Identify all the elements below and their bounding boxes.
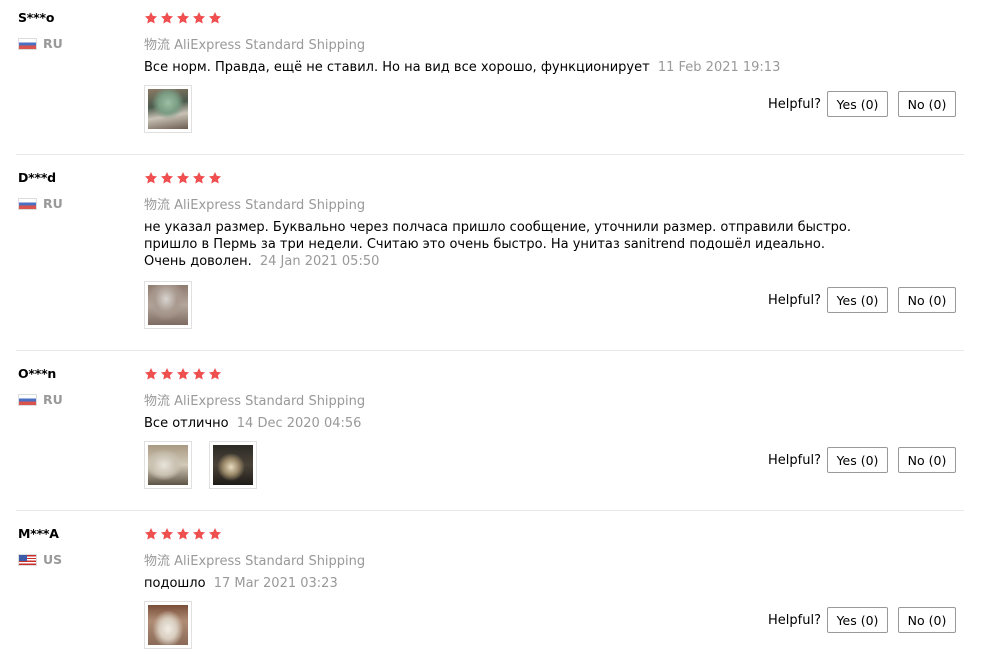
logistics-label: 物流 (144, 554, 171, 569)
star-icon (192, 172, 206, 184)
review-photo[interactable] (144, 601, 192, 649)
review-text: не указал размер. Буквально через полчас… (144, 220, 851, 269)
review-date: 14 Dec 2020 04:56 (236, 416, 362, 431)
star-icon (176, 368, 190, 380)
star-icon (192, 12, 206, 24)
shipping-method: AliExpress Standard Shipping (174, 394, 366, 409)
star-icon (160, 12, 174, 24)
review-content: подошло 17 Mar 2021 03:23 (144, 575, 864, 592)
star-icon (208, 172, 222, 184)
review-photos (144, 601, 192, 649)
shipping-info: 物流 AliExpress Standard Shipping (144, 34, 365, 53)
shipping-info: 物流 AliExpress Standard Shipping (144, 194, 365, 213)
reviewer-country: US (18, 552, 62, 567)
star-icon (176, 12, 190, 24)
logistics-label: 物流 (144, 38, 171, 53)
reviewer-name: D***d (18, 170, 56, 185)
review-divider (16, 350, 964, 351)
country-code: RU (43, 36, 63, 51)
shipping-info: 物流 AliExpress Standard Shipping (144, 550, 365, 569)
review-text: Все отлично (144, 416, 229, 431)
star-icon (208, 368, 222, 380)
reviewer-name: O***n (18, 366, 57, 381)
review-divider (16, 510, 964, 511)
reviewer-name: S***o (18, 10, 55, 25)
russia-flag-icon (18, 393, 37, 406)
helpful-no-button[interactable]: No (0) (898, 447, 956, 473)
logistics-label: 物流 (144, 198, 171, 213)
star-icon (160, 368, 174, 380)
star-rating (144, 367, 222, 381)
helpful-no-button[interactable]: No (0) (898, 287, 956, 313)
star-icon (192, 528, 206, 540)
review-divider (16, 154, 964, 155)
review-photo[interactable] (209, 441, 257, 489)
reviewer-country: RU (18, 36, 63, 51)
russia-flag-icon (18, 37, 37, 50)
review-date: 17 Mar 2021 03:23 (213, 576, 338, 591)
star-icon (160, 528, 174, 540)
helpful-yes-button[interactable]: Yes (0) (827, 287, 888, 313)
review-photos (144, 441, 257, 489)
country-code: US (43, 552, 63, 567)
shipping-method: AliExpress Standard Shipping (174, 554, 366, 569)
review-content: не указал размер. Буквально через полчас… (144, 219, 864, 270)
helpful-label: Helpful? (768, 453, 821, 468)
helpful-yes-button[interactable]: Yes (0) (827, 91, 888, 117)
country-code: RU (43, 196, 63, 211)
star-rating (144, 527, 222, 541)
review-photo[interactable] (144, 281, 192, 329)
shipping-info: 物流 AliExpress Standard Shipping (144, 390, 365, 409)
star-icon (144, 172, 158, 184)
review-photos (144, 281, 192, 329)
star-rating (144, 11, 222, 25)
helpful-no-button[interactable]: No (0) (898, 91, 956, 117)
review-photos (144, 85, 192, 133)
review-date: 24 Jan 2021 05:50 (259, 254, 380, 269)
star-icon (144, 368, 158, 380)
usa-flag-icon (18, 553, 37, 566)
review-photo[interactable] (144, 85, 192, 133)
reviewer-country: RU (18, 392, 63, 407)
helpful-label: Helpful? (768, 613, 821, 628)
helpful-label: Helpful? (768, 97, 821, 112)
helpful-yes-button[interactable]: Yes (0) (827, 447, 888, 473)
shipping-method: AliExpress Standard Shipping (174, 38, 366, 53)
star-icon (208, 12, 222, 24)
star-rating (144, 171, 222, 185)
reviewer-country: RU (18, 196, 63, 211)
review-content: Все отлично 14 Dec 2020 04:56 (144, 415, 864, 432)
shipping-method: AliExpress Standard Shipping (174, 198, 366, 213)
star-icon (208, 528, 222, 540)
star-icon (144, 12, 158, 24)
country-code: RU (43, 392, 63, 407)
star-icon (176, 528, 190, 540)
review-photo[interactable] (144, 441, 192, 489)
russia-flag-icon (18, 197, 37, 210)
review-text: подошло (144, 576, 206, 591)
star-icon (160, 172, 174, 184)
reviewer-name: M***A (18, 526, 59, 541)
star-icon (176, 172, 190, 184)
review-content: Все норм. Правда, ещё не ставил. Но на в… (144, 59, 864, 76)
logistics-label: 物流 (144, 394, 171, 409)
helpful-no-button[interactable]: No (0) (898, 607, 956, 633)
helpful-yes-button[interactable]: Yes (0) (827, 607, 888, 633)
helpful-label: Helpful? (768, 293, 821, 308)
star-icon (144, 528, 158, 540)
review-text: Все норм. Правда, ещё не ставил. Но на в… (144, 60, 650, 75)
review-date: 11 Feb 2021 19:13 (657, 60, 781, 75)
star-icon (192, 368, 206, 380)
